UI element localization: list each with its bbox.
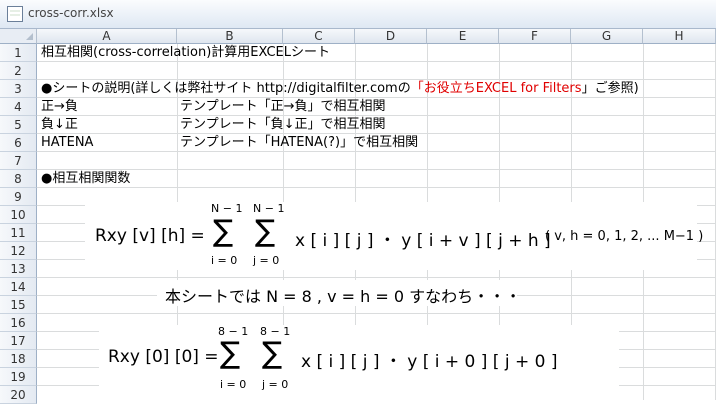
select-all-corner[interactable] [0, 29, 37, 44]
column-header-g[interactable]: G [571, 29, 643, 44]
row-header-3[interactable]: 3 [0, 80, 37, 98]
formula-range-note: ( v, h = 0, 1, 2, ... M−1 ) [545, 229, 704, 244]
gridline [37, 313, 716, 314]
workbook-title-bar: cross-corr.xlsx [0, 0, 716, 29]
sigma-symbol: ∑ [255, 214, 276, 249]
gridline [37, 169, 716, 170]
row-header-14[interactable]: 14 [0, 278, 37, 296]
row-header-19[interactable]: 19 [0, 368, 37, 386]
text-object-substitution[interactable]: 本シートでは N = 8 , v = h = 0 すなわち・・・ [157, 280, 521, 306]
description-suffix: 」ご参照) [581, 81, 639, 96]
gridline [37, 187, 716, 188]
column-header-e[interactable]: E [427, 29, 499, 44]
gridline [37, 277, 716, 278]
substitution-text: 本シートでは N = 8 , v = h = 0 すなわち・・・ [165, 287, 522, 306]
formula-body: x [ i ] [ j ] ・ y [ i + 0 ] [ j + 0 ] [301, 352, 558, 372]
row-header-9[interactable]: 9 [0, 188, 37, 206]
row-header-2[interactable]: 2 [0, 62, 37, 80]
column-header-f[interactable]: F [499, 29, 571, 44]
description-text: ●シートの説明(詳しくは弊社サイト http://digitalfilter.c… [41, 81, 411, 96]
sigma-symbol: ∑ [262, 336, 283, 371]
cell-b6[interactable]: テンプレート「HATENA(?)」で相互相関 [180, 134, 418, 152]
row-header-5[interactable]: 5 [0, 116, 37, 134]
row-header-1[interactable]: 1 [0, 44, 37, 62]
column-header-b[interactable]: B [177, 29, 283, 44]
row-header-16[interactable]: 16 [0, 314, 37, 332]
cell-a1-title[interactable]: 相互相関(cross-correlation)計算用EXCELシート [41, 44, 330, 62]
formula-image-specific[interactable]: Rxy [0] [0] = 8 − 1 ∑ i = 0 8 − 1 ∑ j = … [99, 325, 619, 400]
row-header-20[interactable]: 20 [0, 386, 37, 404]
row-header-4[interactable]: 4 [0, 98, 37, 116]
row-header-13[interactable]: 13 [0, 260, 37, 278]
row-header-6[interactable]: 6 [0, 134, 37, 152]
column-header-h[interactable]: H [643, 29, 716, 44]
formula-image-general[interactable]: Rxy [v] [h] = N − 1 ∑ i = 0 N − 1 ∑ j = … [85, 202, 703, 270]
row-header-12[interactable]: 12 [0, 242, 37, 260]
row-header-10[interactable]: 10 [0, 206, 37, 224]
cell-b4[interactable]: テンプレート「正→負」で相互相関 [180, 98, 386, 116]
excel-file-icon [7, 6, 23, 22]
row-header-7[interactable]: 7 [0, 152, 37, 170]
sigma-symbol: ∑ [220, 336, 241, 371]
sum-lower-limit: i = 0 [220, 378, 247, 391]
workbook-filename: cross-corr.xlsx [28, 6, 114, 20]
cell-a6[interactable]: HATENA [41, 134, 93, 152]
cell-grid[interactable]: 相互相関(cross-correlation)計算用EXCELシート ●シートの… [37, 44, 716, 400]
formula-lhs: Rxy [v] [h] = [95, 226, 205, 246]
sum-lower-limit: j = 0 [253, 254, 280, 267]
column-header-d[interactable]: D [355, 29, 427, 44]
row-header-18[interactable]: 18 [0, 350, 37, 368]
sigma-symbol: ∑ [213, 214, 234, 249]
formula-lhs: Rxy [0] [0] = [108, 347, 219, 367]
cell-a4[interactable]: 正→負 [41, 98, 78, 116]
row-header-17[interactable]: 17 [0, 332, 37, 350]
formula-body: x [ i ] [ j ] ・ y [ i + v ] [ j + h ] [295, 231, 551, 251]
row-header-11[interactable]: 11 [0, 224, 37, 242]
row-header-15[interactable]: 15 [0, 296, 37, 314]
row-header-8[interactable]: 8 [0, 170, 37, 188]
cell-a3-description[interactable]: ●シートの説明(詳しくは弊社サイト http://digitalfilter.c… [41, 80, 639, 98]
sum-lower-limit: j = 0 [262, 378, 289, 391]
cell-b5[interactable]: テンプレート「負↓正」で相互相関 [180, 116, 386, 134]
cell-a5[interactable]: 負↓正 [41, 116, 78, 134]
description-link-text: 「お役立ちEXCEL for Filters [410, 81, 582, 96]
column-header-c[interactable]: C [283, 29, 355, 44]
sum-lower-limit: i = 0 [211, 254, 238, 267]
cell-a8-heading[interactable]: ●相互相関関数 [41, 170, 130, 188]
column-header-a[interactable]: A [37, 29, 177, 44]
